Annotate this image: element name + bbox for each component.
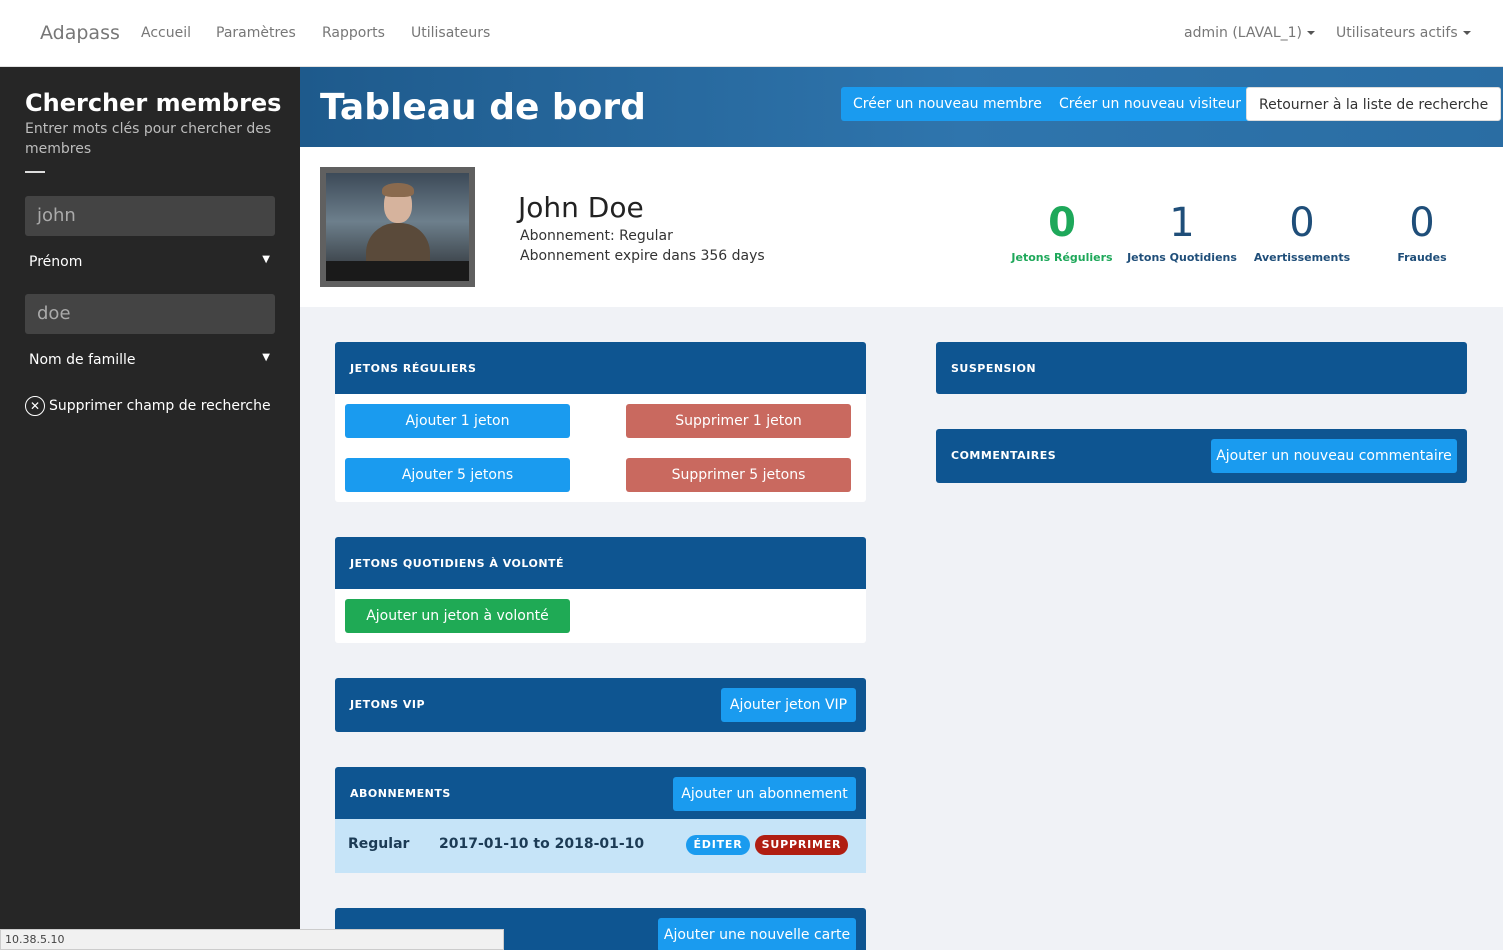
panel-title: ABONNEMENTS xyxy=(350,787,451,800)
stat-daily-tokens: 1 Jetons Quotidiens xyxy=(1122,199,1242,264)
top-navbar: Adapass Accueil Paramètres Rapports Util… xyxy=(0,0,1503,67)
stat-label: Jetons Réguliers xyxy=(1011,251,1113,264)
stat-value: 0 xyxy=(1289,200,1315,246)
caret-down-icon xyxy=(1462,31,1471,35)
stat-label: Jetons Quotidiens xyxy=(1127,251,1237,264)
close-circle-icon: ✕ xyxy=(25,396,45,416)
stat-label: Avertissements xyxy=(1253,251,1351,264)
subscription-dates: 2017-01-10 to 2018-01-10 xyxy=(439,836,645,852)
nav-link-accueil[interactable]: Accueil xyxy=(141,25,191,41)
add-vip-token-button[interactable]: Ajouter jeton VIP xyxy=(721,688,856,722)
panel-title: COMMENTAIRES xyxy=(951,449,1057,462)
remove-1-token-button[interactable]: Supprimer 1 jeton xyxy=(626,404,851,438)
brand-logo[interactable]: Adapass xyxy=(40,22,120,44)
table-row: Regular 2017-01-10 to 2018-01-10 ÉDITER … xyxy=(335,819,866,873)
divider xyxy=(25,171,45,173)
sidebar-title: Chercher membres xyxy=(25,89,282,117)
add-subscription-button[interactable]: Ajouter un abonnement xyxy=(673,777,856,811)
edit-subscription-button[interactable]: ÉDITER xyxy=(686,835,750,855)
nav-link-rapports[interactable]: Rapports xyxy=(322,25,385,41)
stat-value: 1 xyxy=(1169,200,1195,246)
active-users-label: Utilisateurs actifs xyxy=(1336,25,1458,41)
browser-status-bar: 10.38.5.10 xyxy=(0,929,504,950)
panel-title: SUSPENSION xyxy=(951,362,1037,375)
stat-regular-tokens: 0 Jetons Réguliers xyxy=(1002,199,1122,264)
clear-search-label: Supprimer champ de recherche xyxy=(49,398,271,414)
search-sidebar: Chercher membres Entrer mots clés pour c… xyxy=(0,67,300,950)
search-input-first[interactable]: john xyxy=(25,196,275,236)
stat-warnings: 0 Avertissements xyxy=(1242,199,1362,264)
field-select-first[interactable]: Prénom ▼ xyxy=(29,254,275,270)
stat-value: 0 xyxy=(1048,200,1076,246)
user-menu[interactable]: admin (LAVAL_1) xyxy=(1184,25,1316,41)
stat-frauds: 0 Fraudes xyxy=(1362,199,1482,264)
subscription-name: Regular xyxy=(348,836,410,852)
add-unlimited-token-button[interactable]: Ajouter un jeton à volonté xyxy=(345,599,570,633)
panel-comments: COMMENTAIRES Ajouter un nouveau commenta… xyxy=(936,429,1467,483)
caret-down-icon xyxy=(1307,31,1316,35)
panel-regular-tokens: JETONS RÉGULIERS Ajouter 1 jeton Supprim… xyxy=(335,342,866,502)
clear-search-button[interactable]: ✕ Supprimer champ de recherche xyxy=(25,396,271,416)
stat-value: 0 xyxy=(1409,200,1435,246)
user-menu-label: admin (LAVAL_1) xyxy=(1184,25,1303,41)
triangle-down-icon: ▼ xyxy=(262,352,270,363)
create-member-button[interactable]: Créer un nouveau membre xyxy=(841,87,1054,121)
panel-title: JETONS RÉGULIERS xyxy=(350,362,477,375)
triangle-down-icon: ▼ xyxy=(262,254,270,265)
field-select-label: Nom de famille xyxy=(29,352,136,368)
panel-daily-tokens: JETONS QUOTIDIENS À VOLONTÉ Ajouter un j… xyxy=(335,537,866,643)
add-5-tokens-button[interactable]: Ajouter 5 jetons xyxy=(345,458,570,492)
panel-suspension: SUSPENSION xyxy=(936,342,1467,394)
member-expiry: Abonnement expire dans 356 days xyxy=(520,248,765,264)
nav-link-parametres[interactable]: Paramètres xyxy=(216,25,296,41)
panel-title: JETONS VIP xyxy=(350,698,426,711)
add-card-button[interactable]: Ajouter une nouvelle carte xyxy=(658,918,856,950)
stat-label: Fraudes xyxy=(1397,251,1447,264)
member-name: John Doe xyxy=(518,191,644,224)
page-header: Tableau de bord Créer un nouveau membre … xyxy=(300,67,1503,147)
member-profile-card: John Doe Abonnement: Regular Abonnement … xyxy=(300,147,1503,307)
active-users-menu[interactable]: Utilisateurs actifs xyxy=(1336,25,1471,41)
delete-subscription-button[interactable]: SUPPRIMER xyxy=(755,835,848,855)
sidebar-subtitle: Entrer mots clés pour chercher des membr… xyxy=(25,121,272,157)
add-1-token-button[interactable]: Ajouter 1 jeton xyxy=(345,404,570,438)
create-visitor-button[interactable]: Créer un nouveau visiteur xyxy=(1047,87,1254,121)
member-subscription: Abonnement: Regular xyxy=(520,228,673,244)
field-select-last[interactable]: Nom de famille ▼ xyxy=(29,352,275,368)
member-photo xyxy=(320,167,475,287)
search-input-last[interactable]: doe xyxy=(25,294,275,334)
page-title: Tableau de bord xyxy=(320,87,646,128)
panel-subscriptions: ABONNEMENTS Ajouter un abonnement Regula… xyxy=(335,767,866,873)
back-to-search-button[interactable]: Retourner à la liste de recherche xyxy=(1246,87,1502,121)
remove-5-tokens-button[interactable]: Supprimer 5 jetons xyxy=(626,458,851,492)
add-comment-button[interactable]: Ajouter un nouveau commentaire xyxy=(1211,439,1457,473)
panel-vip-tokens: JETONS VIP Ajouter jeton VIP xyxy=(335,678,866,732)
field-select-label: Prénom xyxy=(29,254,83,270)
panel-title: JETONS QUOTIDIENS À VOLONTÉ xyxy=(350,557,565,570)
nav-link-utilisateurs[interactable]: Utilisateurs xyxy=(411,25,490,41)
